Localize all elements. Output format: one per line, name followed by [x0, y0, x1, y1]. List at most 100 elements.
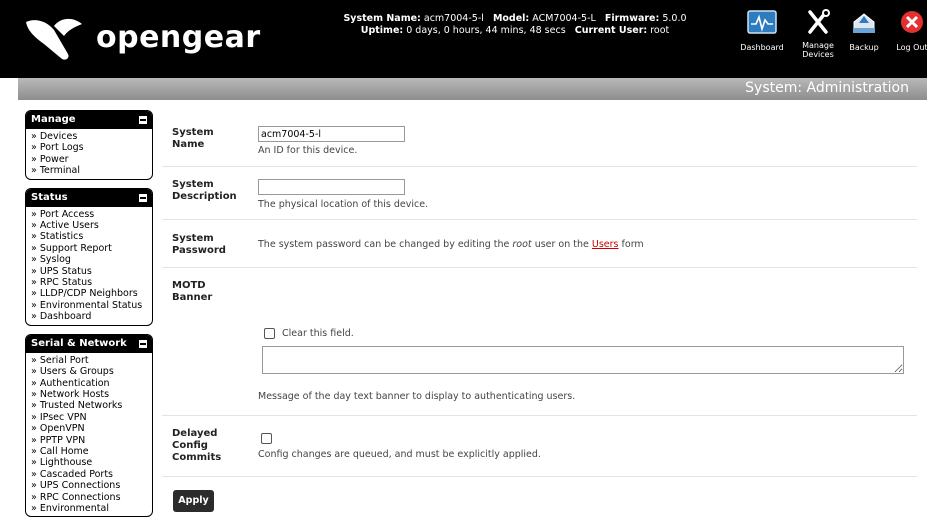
delayed-config-row: Delayed Config Commits Config changes ar…: [162, 416, 917, 477]
serial-network-panel-header[interactable]: Serial & Network: [26, 334, 152, 353]
sidebar-item-active-users[interactable]: Active Users: [31, 220, 148, 231]
password-text-root: root: [512, 239, 532, 250]
sidebar-item-cascaded-ports[interactable]: Cascaded Ports: [31, 469, 148, 480]
motd-hint: Message of the day text banner to displa…: [258, 391, 576, 402]
sidebar-item-port-logs[interactable]: Port Logs: [31, 142, 148, 153]
collapse-icon[interactable]: [139, 193, 147, 202]
motd-textarea[interactable]: [262, 346, 904, 374]
opengear-logo-icon: [26, 18, 82, 60]
sidebar-item-syslog[interactable]: Syslog: [31, 254, 148, 265]
tools-icon: [808, 9, 830, 34]
clear-field-checkbox[interactable]: [264, 328, 275, 339]
sidebar-item-lldp-cdp-neighbors[interactable]: LLDP/CDP Neighbors: [31, 288, 148, 299]
users-link[interactable]: Users: [592, 239, 619, 250]
sidebar-item-authentication[interactable]: Authentication: [31, 378, 148, 389]
dashboard-icon: [747, 10, 777, 34]
status-panel-header[interactable]: Status: [26, 188, 152, 207]
sidebar-item-environmental[interactable]: Environmental: [31, 503, 148, 514]
system-name-field-label: System Name: [172, 127, 214, 151]
label-line: System: [172, 179, 214, 190]
sidebar-item-openvpn[interactable]: OpenVPN: [31, 423, 148, 434]
label-line: MOTD: [172, 280, 206, 291]
sidebar-item-users-groups[interactable]: Users & Groups: [31, 366, 148, 377]
motd-clear-option: Clear this field.: [258, 328, 354, 339]
password-text-part: user on the: [531, 239, 592, 250]
label-line: Name: [172, 139, 205, 150]
manage-panel: Manage Devices Port Logs Power Terminal: [25, 110, 153, 180]
sidebar-item-power[interactable]: Power: [31, 154, 148, 165]
serial-network-panel: Serial & Network Serial Port Users & Gro…: [25, 333, 153, 518]
label-line: Config: [172, 440, 208, 451]
sidebar-item-network-hosts[interactable]: Network Hosts: [31, 389, 148, 400]
sidebar-item-ups-connections[interactable]: UPS Connections: [31, 480, 148, 491]
system-description-row: System Description The physical location…: [162, 167, 917, 220]
sidebar-item-support-report[interactable]: Support Report: [31, 243, 148, 254]
current-user-label: Current User:: [574, 25, 648, 36]
firmware-value: 5.0.0: [662, 13, 687, 24]
system-description-hint: The physical location of this device.: [258, 199, 429, 210]
sidebar-item-lighthouse[interactable]: Lighthouse: [31, 457, 148, 468]
system-description-input[interactable]: [258, 179, 405, 195]
sidebar-item-ups-status[interactable]: UPS Status: [31, 266, 148, 277]
sidebar-item-devices[interactable]: Devices: [31, 131, 148, 142]
sidebar-item-port-access[interactable]: Port Access: [31, 209, 148, 220]
system-description-field-label: System Description: [172, 179, 237, 203]
sidebar-item-dashboard[interactable]: Dashboard: [31, 311, 148, 322]
label-line: System: [172, 233, 214, 244]
sidebar-item-serial-port[interactable]: Serial Port: [31, 355, 148, 366]
sidebar-item-rpc-connections[interactable]: RPC Connections: [31, 492, 148, 503]
sidebar-item-rpc-status[interactable]: RPC Status: [31, 277, 148, 288]
model-label: Model:: [492, 13, 530, 24]
sidebar-item-pptp-vpn[interactable]: PPTP VPN: [31, 435, 148, 446]
motd-textarea-wrap: [262, 346, 904, 377]
admin-form: System Name An ID for this device. Syste…: [162, 115, 917, 512]
opengear-logo[interactable]: opengear: [24, 14, 260, 64]
system-name-input[interactable]: [258, 126, 405, 142]
delayed-config-field: Config changes are queued, and must be e…: [258, 433, 541, 460]
sidebar-item-environmental-status[interactable]: Environmental Status: [31, 300, 148, 311]
apply-button[interactable]: Apply: [173, 490, 214, 512]
system-password-text: The system password can be changed by ed…: [258, 239, 644, 250]
label-line: Commits: [172, 452, 222, 463]
status-panel-title: Status: [31, 191, 68, 203]
sidebar-item-terminal[interactable]: Terminal: [31, 165, 148, 176]
label-line: Delayed: [172, 428, 218, 439]
logout-icon: [901, 11, 923, 33]
manage-panel-header[interactable]: Manage: [26, 111, 152, 129]
logout-nav-label: Log Out: [896, 43, 927, 52]
label-line: Password: [172, 245, 226, 256]
sidebar: Manage Devices Port Logs Power Terminal …: [25, 110, 153, 525]
system-name-value: acm7004-5-l: [423, 13, 484, 24]
sidebar-item-statistics[interactable]: Statistics: [31, 231, 148, 242]
sidebar-item-call-home[interactable]: Call Home: [31, 446, 148, 457]
system-password-field-label: System Password: [172, 233, 226, 257]
top-header: opengear System Name: acm7004-5-l Model:…: [0, 0, 927, 78]
status-panel: Status Port Access Active Users Statisti…: [25, 187, 153, 326]
password-text-part: The system password can be changed by ed…: [258, 239, 513, 250]
manage-panel-title: Manage: [31, 114, 76, 125]
delayed-config-field-label: Delayed Config Commits: [172, 428, 221, 464]
label-line: System: [172, 127, 214, 138]
delayed-config-checkbox[interactable]: [261, 433, 272, 444]
collapse-icon[interactable]: [139, 339, 147, 348]
serial-network-panel-title: Serial & Network: [31, 337, 127, 349]
collapse-icon[interactable]: [139, 116, 147, 124]
system-info: System Name: acm7004-5-l Model: ACM7004-…: [300, 13, 730, 37]
logout-nav-button[interactable]: Log Out: [882, 8, 927, 52]
motd-field-label: MOTD Banner: [172, 280, 212, 304]
system-description-field: The physical location of this device.: [258, 179, 428, 210]
motd-banner-row: MOTD Banner Clear this field. Message of…: [162, 268, 917, 416]
system-name-label: System Name:: [343, 13, 421, 24]
system-name-hint: An ID for this device.: [258, 145, 358, 156]
delayed-config-hint: Config changes are queued, and must be e…: [258, 448, 541, 460]
current-user-value: root: [650, 25, 670, 36]
dashboard-nav-button[interactable]: Dashboard: [732, 8, 792, 52]
page-title: System: Administration: [745, 80, 909, 96]
page-title-bar: System: Administration: [18, 78, 927, 100]
firmware-label: Firmware:: [604, 13, 660, 24]
uptime-label: Uptime:: [360, 25, 404, 36]
label-line: Description: [172, 191, 237, 202]
sidebar-item-trusted-networks[interactable]: Trusted Networks: [31, 400, 148, 411]
sidebar-item-ipsec-vpn[interactable]: IPsec VPN: [31, 412, 148, 423]
dashboard-nav-label: Dashboard: [740, 43, 784, 52]
